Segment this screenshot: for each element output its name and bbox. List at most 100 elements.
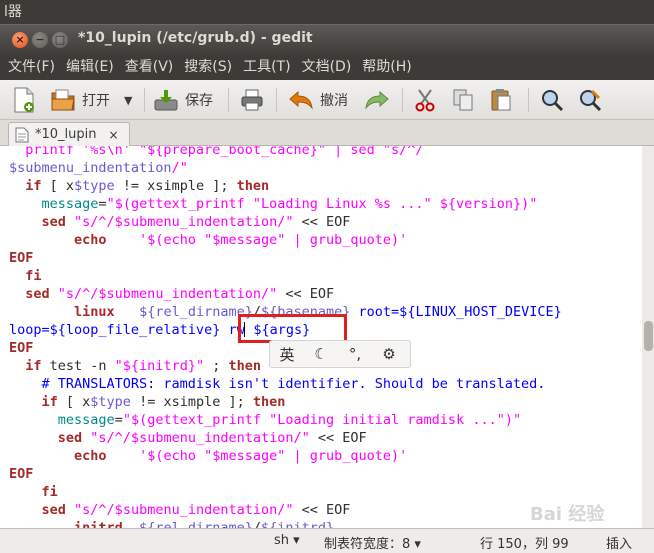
punctuation-icon[interactable]: °, [338,345,372,363]
code-line: sed "s/^/$submenu_indentation/" << EOF [9,285,562,303]
code-token: # TRANSLATORS: ramdisk isn't identifier.… [9,376,546,392]
code-line: initrd ${rel_dirname}/${initrd} [9,519,562,528]
code-token: sed [9,214,66,230]
maximize-window-button[interactable]: □ [52,32,68,48]
close-window-button[interactable]: × [12,32,28,48]
open-folder-icon [51,89,75,111]
code-line: printf '%s\n' "${prepare_boot_cache}" | … [9,146,562,159]
tab-width-selector[interactable]: 制表符宽度：8 ▾ [324,533,421,552]
scissors-icon [415,89,435,112]
redo-arrow-icon [365,90,389,110]
code-line: sed "s/^/$submenu_indentation/" << EOF [9,501,562,519]
menu-help[interactable]: 帮助(H) [354,54,414,80]
code-token: EOF [9,340,34,356]
save-label: 保存 [185,93,213,109]
code-token: << EOF [293,502,351,518]
toolbar: 打开 ▼ 保存 撤消 [0,80,654,120]
menu-documents[interactable]: 文档(D) [294,54,355,80]
code-token: "s/^/$submenu_indentation/" [57,286,278,302]
code-token: echo [9,448,107,464]
menu-search[interactable]: 搜索(S) [176,54,235,80]
cut-button[interactable] [414,86,436,114]
search-button[interactable] [540,86,564,114]
tab-label: *10_lupin [35,127,97,142]
scrollbar-thumb[interactable] [644,321,653,351]
code-token: EOF [9,250,34,266]
code-token: << EOF [277,286,335,302]
code-token: echo [9,232,107,248]
code-line: $submenu_indentation/" [9,159,562,177]
code-token: fi [9,484,58,500]
code-token: sed [9,502,66,518]
code-line: sed "s/^/$submenu_indentation/" << EOF [9,213,562,231]
print-button[interactable] [240,86,264,114]
code-token: $type [74,178,115,194]
chevron-down-icon: ▼ [124,93,133,107]
code-token: [ x [41,178,75,194]
code-token: "${initrd}" [114,358,205,374]
highlight-box [238,314,347,343]
code-token: '$(echo "$message" | grub_quote)' [139,232,408,248]
code-token: $type [90,394,131,410]
redo-button[interactable] [364,86,390,114]
save-button[interactable]: 保存 [153,86,213,114]
minimize-window-button[interactable]: − [32,32,48,48]
code-token: then [252,394,286,410]
code-line: # TRANSLATORS: ramdisk isn't identifier.… [9,375,562,393]
code-token: if [9,394,58,410]
code-line: echo '$(echo "$message" | grub_quote)' [9,447,562,465]
code-token: initrd [9,520,123,528]
code-token: sed [9,430,83,446]
code-line: fi [9,267,562,285]
menu-file[interactable]: 文件(F) [0,54,58,80]
language-selector[interactable]: sh ▾ [274,533,300,548]
tab-10-lupin[interactable]: *10_lupin × [8,122,130,146]
replace-button[interactable] [578,86,602,114]
code-token: message [57,412,115,428]
code-token: = [98,196,107,212]
new-button[interactable] [12,86,36,114]
paste-button[interactable] [490,86,512,114]
cursor-position: 行 150，列 99 [480,537,569,552]
code-token: printf '%s\n' "${prepare_boot_cache}" | … [9,146,424,158]
ime-language-toggle[interactable]: 英 [270,344,304,365]
moon-icon[interactable]: ☾ [304,345,338,363]
code-line: sed "s/^/$submenu_indentation/" << EOF [9,429,562,447]
code-token: if [9,178,42,194]
menu-bar: 文件(F) 编辑(E) 查看(V) 搜索(S) 工具(T) 文档(D) 帮助(H) [0,54,654,80]
code-token: test -n [41,358,115,374]
status-bar: sh ▾ 制表符宽度：8 ▾ 行 150，列 99 插入 [0,528,654,553]
code-token: $submenu_indentation [9,160,172,176]
code-line: if [ x$type != xsimple ]; then [9,177,562,195]
code-line: EOF [9,465,562,483]
undo-button[interactable]: 撤消 [288,86,348,114]
menu-view[interactable]: 查看(V) [117,54,177,80]
toolbar-separator [402,88,403,112]
code-token: << EOF [293,214,351,230]
printer-icon [241,89,263,111]
code-token: root=${LINUX_HOST_DEVICE} [358,304,562,320]
close-tab-icon[interactable]: × [109,128,119,142]
document-icon [15,127,29,142]
menu-edit[interactable]: 编辑(E) [58,54,117,80]
menu-tools[interactable]: 工具(T) [235,54,293,80]
code-token: "$(gettext_printf "Loading initial ramdi… [122,412,522,428]
copy-button[interactable] [452,86,474,114]
code-line: EOF [9,249,562,267]
gear-icon[interactable]: ⚙ [372,345,406,363]
code-token: '$(echo "$message" | grub_quote)' [139,448,408,464]
code-token: / [252,520,261,528]
open-recent-dropdown[interactable]: ▼ [124,86,132,114]
toolbar-separator [144,88,145,112]
paste-clipboard-icon [491,89,511,111]
search-icon [542,90,564,112]
code-token: then [236,178,270,194]
save-icon [154,90,178,111]
open-button[interactable]: 打开 [50,86,110,114]
open-label: 打开 [82,93,110,109]
code-token: != xsimple ]; [130,394,253,410]
